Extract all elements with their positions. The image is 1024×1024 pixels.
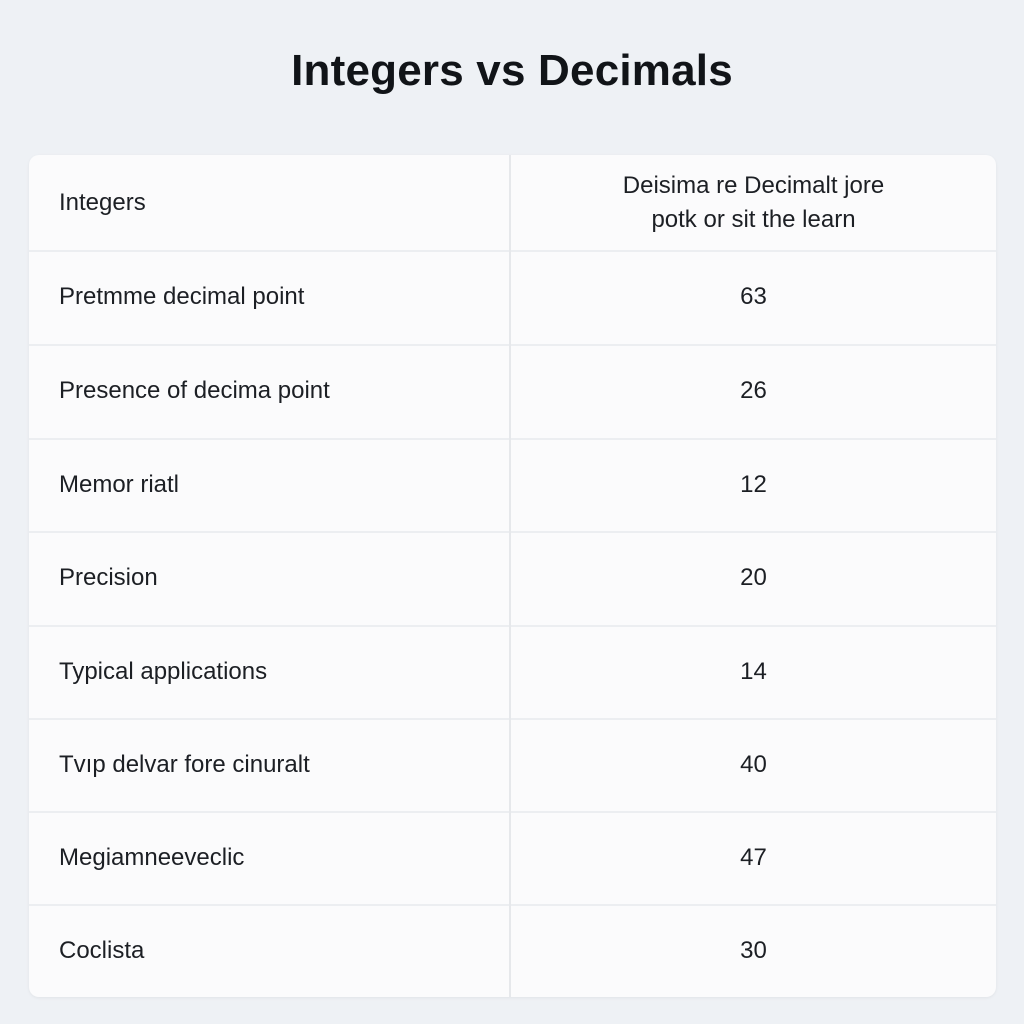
page-title: Integers vs Decimals [291,46,733,95]
comparison-table: Integers Deisima re Decimalt jore potk o… [29,155,996,997]
row-label: Pretmme decimal point [29,250,511,344]
row-label: Presence of decima point [29,344,511,438]
row-value: 40 [740,750,767,778]
table-header-row: Integers Deisima re Decimalt jore potk o… [29,155,996,252]
row-label: Typical applications [29,625,511,718]
header-decimals-line2: potk or sit the learn [651,205,856,233]
row-value: 30 [740,936,767,964]
table-row: Tvıp delvar fore cinuralt 40 [29,718,996,813]
header-decimals-line1: Deisima re Decimalt jore [622,171,885,199]
table-row: Memor riatl 12 [29,438,996,533]
table-row: Typical applications 14 [29,625,996,720]
row-label: Tvıp delvar fore cinuralt [29,718,511,811]
header-decimals: Deisima re Decimalt jore potk or sit the… [511,155,996,250]
row-value: 12 [740,470,767,498]
header-integers: Integers [29,155,511,250]
row-value: 47 [740,843,767,871]
table-row: Presence of decima point 26 [29,344,996,440]
row-label: Megiamneeveclic [29,811,511,904]
row-value: 26 [740,377,767,404]
table-row: Megiamneeveclic 47 [29,811,996,906]
row-value: 63 [740,283,767,310]
row-value: 14 [740,657,767,685]
row-label: Memor riatl [29,438,511,531]
row-label: Coclista [29,904,511,997]
row-label: Precision [29,531,511,625]
row-value: 20 [740,564,767,591]
table-row: Precision 20 [29,531,996,627]
table-row: Pretmme decimal point 63 [29,250,996,346]
table-row: Coclista 30 [29,904,996,997]
